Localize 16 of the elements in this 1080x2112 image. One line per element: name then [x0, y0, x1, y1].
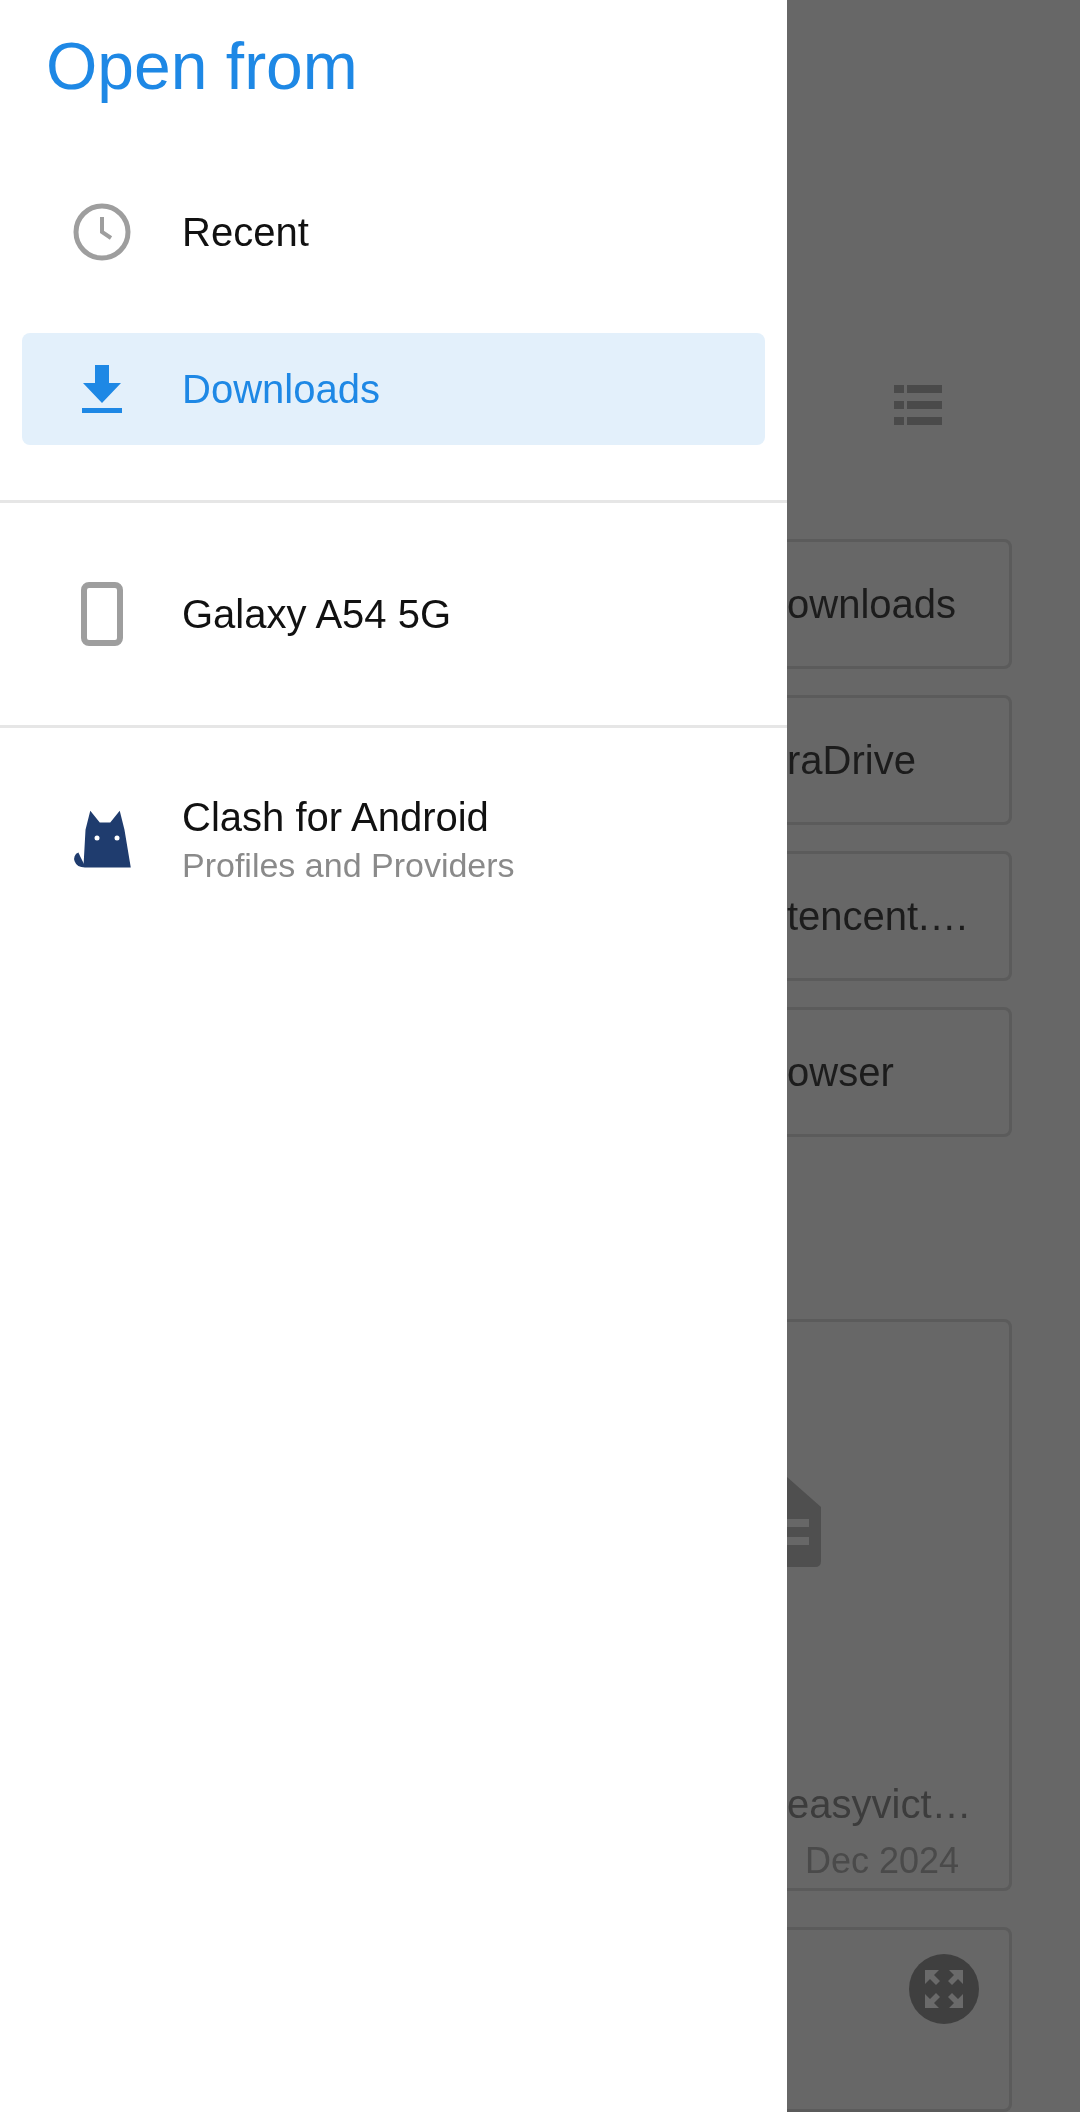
fullscreen-icon — [909, 1954, 979, 2025]
drawer-title: Open from — [46, 29, 358, 103]
list-view-icon — [894, 385, 942, 426]
folder-name: tencent.… — [787, 893, 970, 941]
item-label: Recent — [182, 209, 309, 256]
clock-icon — [73, 203, 131, 261]
folder-name: raDrive — [787, 737, 916, 785]
item-label: Clash for Android — [182, 794, 490, 841]
cat-icon — [73, 810, 131, 868]
item-subtitle: Profiles and Providers — [182, 845, 515, 886]
item-label: Galaxy A54 5G — [182, 591, 452, 638]
download-icon — [81, 365, 123, 413]
folder-name: ownloads — [787, 581, 956, 629]
folder-name: owser — [787, 1049, 894, 1097]
phone-icon — [81, 582, 123, 646]
item-label: Downloads — [182, 366, 380, 413]
